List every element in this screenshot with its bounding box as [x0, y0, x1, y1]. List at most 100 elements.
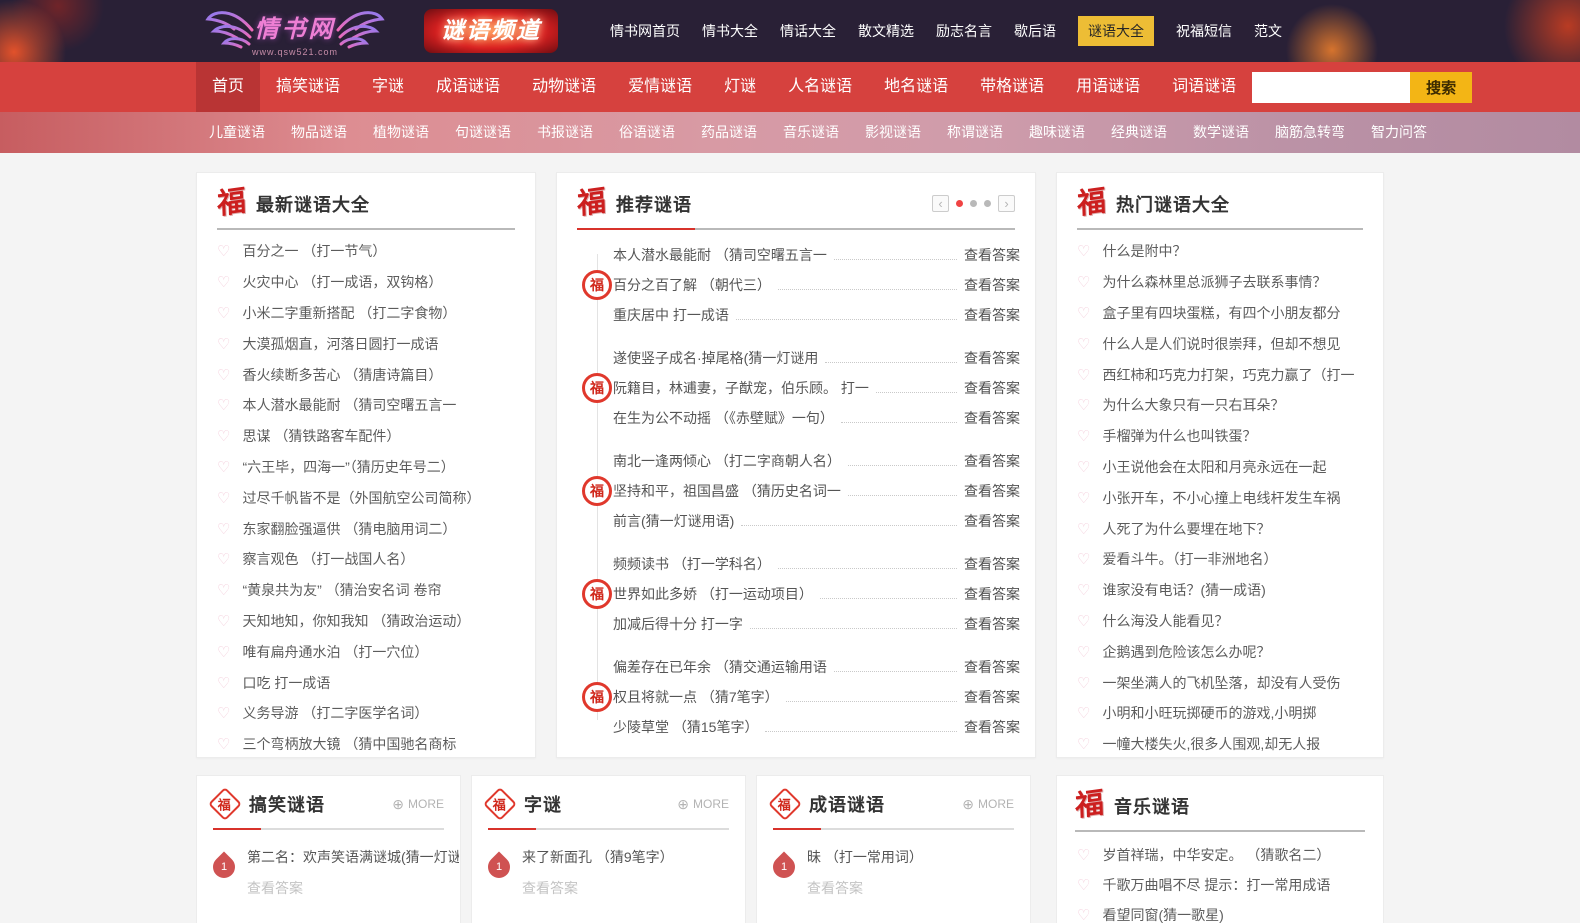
riddle-link[interactable]: 人死了为什么要埋在地下？ [1102, 519, 1270, 539]
riddle-link[interactable]: 唯有扁舟通水泊 （打一穴位） [242, 642, 428, 662]
view-answer-link[interactable]: 查看答案 [964, 275, 1020, 295]
more-link[interactable]: ⊕ MORE [677, 797, 729, 811]
mainnav-link[interactable]: 词语谜语 [1156, 62, 1252, 112]
subnav-link[interactable]: 影视谜语 [852, 112, 934, 153]
subnav-link[interactable]: 物品谜语 [278, 112, 360, 153]
mainnav-link[interactable]: 用语谜语 [1060, 62, 1156, 112]
riddle-link[interactable]: 第二名：欢声笑语满谜城(猜一灯谜用 [247, 848, 459, 868]
riddle-link[interactable]: 小王说他会在太阳和月亮永远在一起 [1102, 457, 1326, 477]
riddle-link[interactable]: 在生为公不动摇 （《赤壁赋》一句） [613, 408, 834, 428]
subnav-link[interactable]: 句谜谜语 [442, 112, 524, 153]
mainnav-link[interactable]: 字谜 [356, 62, 420, 112]
riddle-link[interactable]: 阮籍目，林逋妻，子猷宠，伯乐顾。 打一 [613, 378, 869, 398]
view-answer-link[interactable]: 查看答案 [964, 245, 1020, 265]
topnav-link[interactable]: 散文精选 [858, 21, 914, 41]
subnav-link[interactable]: 称谓谜语 [934, 112, 1016, 153]
mainnav-link[interactable]: 人名谜语 [772, 62, 868, 112]
riddle-link[interactable]: 火灾中心 （打一成语，双钩格） [242, 272, 442, 292]
riddle-link[interactable]: 西红柿和巧克力打架，巧克力赢了（打一 [1102, 365, 1354, 385]
riddle-link[interactable]: 来了新面孔 （猜9笔字） [522, 848, 674, 868]
more-link[interactable]: ⊕ MORE [962, 797, 1014, 811]
riddle-link[interactable]: 坚持和平，祖国昌盛 （猜历史名词一 [613, 481, 841, 501]
subnav-link[interactable]: 植物谜语 [360, 112, 442, 153]
riddle-link[interactable]: 香火续断多苦心 （猜唐诗篇目） [242, 365, 442, 385]
riddle-link[interactable]: 少陵草堂 （猜15笔字） [613, 717, 758, 737]
riddle-link[interactable]: 小米二字重新搭配 （打二字食物） [242, 303, 456, 323]
view-answer-link[interactable]: 查看答案 [964, 305, 1020, 325]
riddle-link[interactable]: “黄泉共为友” （猜治安名词 卷帘 [242, 580, 441, 600]
view-answer-link[interactable]: 查看答案 [964, 717, 1020, 737]
riddle-link[interactable]: 为什么森林里总派狮子去联系事情？ [1102, 272, 1326, 292]
riddle-link[interactable]: 本人潜水最能耐 （猜司空曙五言一 [613, 245, 827, 265]
riddle-link[interactable]: 大漠孤烟直，河落日圆打一成语 [242, 334, 438, 354]
riddle-link[interactable]: 口吃 打一成语 [242, 673, 330, 693]
topnav-link[interactable]: 情书网首页 [610, 21, 680, 41]
site-logo[interactable]: 情书网 www.qsw521.com [204, 4, 386, 58]
riddle-link[interactable]: 盒子里有四块蛋糕，有四个小朋友都分 [1102, 303, 1340, 323]
subnav-link[interactable]: 儿童谜语 [196, 112, 278, 153]
topnav-link[interactable]: 祝福短信 [1176, 21, 1232, 41]
riddle-link[interactable]: 重庆居中 打一成语 [613, 305, 729, 325]
riddle-link[interactable]: 什么人是人们说时很崇拜，但却不想见 [1102, 334, 1340, 354]
view-answer-link[interactable]: 查看答案 [522, 878, 578, 898]
riddle-link[interactable]: 一架坐满人的飞机坠落，却没有人受伤 [1102, 673, 1340, 693]
subnav-link[interactable]: 音乐谜语 [770, 112, 852, 153]
subnav-link[interactable]: 趣味谜语 [1016, 112, 1098, 153]
riddle-link[interactable]: 察言观色 （打一战国人名） [242, 549, 414, 569]
riddle-link[interactable]: 小明和小旺玩掷硬币的游戏,小明掷 [1102, 703, 1316, 723]
subnav-link[interactable]: 俗语谜语 [606, 112, 688, 153]
topnav-link[interactable]: 励志名言 [936, 21, 992, 41]
more-link[interactable]: ⊕ MORE [392, 797, 444, 811]
riddle-link[interactable]: 前言(猜一灯谜用语) [613, 511, 734, 531]
riddle-link[interactable]: 加减后得十分 打一字 [613, 614, 743, 634]
riddle-link[interactable]: 看望同窗(猜一歌星) [1102, 905, 1223, 923]
mainnav-link[interactable]: 爱情谜语 [612, 62, 708, 112]
mainnav-link[interactable]: 成语谜语 [420, 62, 516, 112]
view-answer-link[interactable]: 查看答案 [807, 878, 863, 898]
riddle-link[interactable]: 什么海没人能看见？ [1102, 611, 1228, 631]
view-answer-link[interactable]: 查看答案 [964, 451, 1020, 471]
topnav-link[interactable]: 情书大全 [702, 21, 758, 41]
riddle-link[interactable]: 权且将就一点 （猜7笔字） [613, 687, 779, 707]
carousel-prev-button[interactable]: ‹ [932, 195, 949, 212]
riddle-link[interactable]: 思谋 （猜铁路客车配件） [242, 426, 400, 446]
subnav-link[interactable]: 脑筋急转弯 [1262, 112, 1358, 153]
carousel-dot[interactable] [970, 200, 977, 207]
topnav-link[interactable]: 范文 [1254, 21, 1282, 41]
view-answer-link[interactable]: 查看答案 [964, 408, 1020, 428]
view-answer-link[interactable]: 查看答案 [964, 481, 1020, 501]
subnav-link[interactable]: 书报谜语 [524, 112, 606, 153]
riddle-link[interactable]: 一幢大楼失火,很多人围观,却无人报 [1102, 734, 1320, 754]
subnav-link[interactable]: 药品谜语 [688, 112, 770, 153]
view-answer-link[interactable]: 查看答案 [964, 687, 1020, 707]
mainnav-link[interactable]: 带格谜语 [964, 62, 1060, 112]
riddle-link[interactable]: 企鹅遇到危险该怎么办呢？ [1102, 642, 1270, 662]
riddle-link[interactable]: 谁家没有电话？(猜一成语) [1102, 580, 1265, 600]
carousel-dot[interactable] [956, 200, 963, 207]
riddle-link[interactable]: 偏差存在已年余 （猜交通运输用语 [613, 657, 827, 677]
riddle-link[interactable]: 百分之一 （打一节气） [242, 241, 386, 261]
riddle-link[interactable]: 天知地知，你知我知 （猜政治运动） [242, 611, 470, 631]
riddle-link[interactable]: 过尽千帆皆不是（外国航空公司简称） [242, 488, 480, 508]
riddle-link[interactable]: “六王毕，四海一”（猜历史年号二） [242, 457, 454, 477]
mainnav-link[interactable]: 灯谜 [708, 62, 772, 112]
riddle-link[interactable]: 什么是附中？ [1102, 241, 1186, 261]
view-answer-link[interactable]: 查看答案 [964, 348, 1020, 368]
topnav-link[interactable]: 歇后语 [1014, 21, 1056, 41]
topnav-link[interactable]: 情话大全 [780, 21, 836, 41]
riddle-link[interactable]: 爱看斗牛。（打一非洲地名） [1102, 549, 1277, 569]
riddle-link[interactable]: 世界如此多娇 （打一运动项目） [613, 584, 813, 604]
riddle-link[interactable]: 手榴弹为什么也叫铁蛋？ [1102, 426, 1256, 446]
riddle-link[interactable]: 遂使竖子成名·掉尾格(猜一灯谜用 [613, 348, 818, 368]
riddle-link[interactable]: 频频读书 （打一学科名） [613, 554, 771, 574]
riddle-link[interactable]: 本人潜水最能耐 （猜司空曙五言一 [242, 395, 456, 415]
mainnav-link[interactable]: 首页 [196, 62, 261, 112]
view-answer-link[interactable]: 查看答案 [964, 614, 1020, 634]
riddle-link[interactable]: 百分之百了解 （朝代三） [613, 275, 771, 295]
view-answer-link[interactable]: 查看答案 [964, 511, 1020, 531]
search-button[interactable]: 搜索 [1410, 71, 1473, 103]
mainnav-link[interactable]: 搞笑谜语 [260, 62, 356, 112]
view-answer-link[interactable]: 查看答案 [964, 657, 1020, 677]
mainnav-link[interactable]: 地名谜语 [868, 62, 964, 112]
view-answer-link[interactable]: 查看答案 [247, 878, 303, 898]
